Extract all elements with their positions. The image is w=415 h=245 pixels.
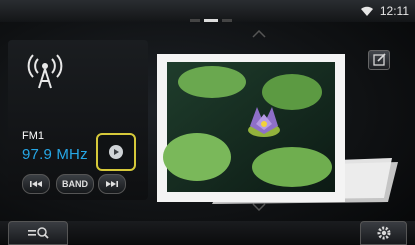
album-art-photo[interactable] [152, 52, 402, 212]
seek-down-icon [30, 181, 42, 187]
page-indicator [190, 19, 232, 22]
frequency-display: 97.9 MHz [22, 146, 88, 163]
clock: 12:11 [379, 4, 409, 18]
gear-icon [377, 226, 390, 240]
seek-up-button[interactable] [98, 174, 126, 194]
circle-menu-icon [109, 145, 123, 159]
band-label: FM1 [22, 130, 44, 142]
chevron-up-icon[interactable] [252, 30, 266, 38]
wifi-icon [360, 6, 373, 16]
seek-up-icon [106, 181, 118, 187]
band-button[interactable]: BAND [56, 174, 94, 194]
head-unit-screen: 12:11 FM1 97.9 MHz BAND [0, 0, 415, 245]
menu-circle-button[interactable] [96, 133, 136, 171]
search-list-icon [28, 227, 49, 239]
status-bar: 12:11 [360, 2, 409, 20]
antenna-icon[interactable] [20, 46, 70, 96]
list-search-button[interactable] [8, 221, 68, 245]
seek-down-button[interactable] [22, 174, 50, 194]
settings-button[interactable] [360, 221, 407, 245]
